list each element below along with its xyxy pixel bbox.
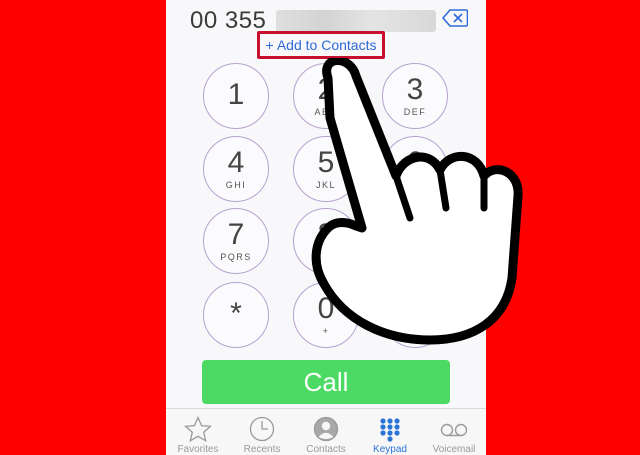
key-digit: 9	[406, 218, 424, 251]
keypad-icon	[380, 418, 400, 442]
tab-label: Favorites	[177, 444, 219, 455]
key-star[interactable]: *	[203, 282, 269, 348]
clock-icon	[249, 416, 275, 442]
key-hash[interactable]: #	[382, 282, 448, 348]
key-digit: 3	[406, 73, 424, 106]
key-4[interactable]: 4 GHI	[203, 136, 269, 202]
key-letters: ABC	[314, 107, 338, 117]
key-7[interactable]: 7 PQRS	[203, 208, 269, 274]
tab-voicemail[interactable]: Voicemail	[422, 409, 486, 455]
key-letters: DEF	[403, 107, 427, 117]
key-letters: WXYZ	[399, 252, 431, 262]
dialed-number: 00 355	[190, 7, 267, 34]
tab-label: Voicemail	[432, 444, 476, 455]
tab-keypad[interactable]: Keypad	[358, 409, 422, 455]
key-letters: JKL	[315, 180, 336, 190]
key-digit: 2	[317, 73, 335, 106]
key-digit: 6	[406, 146, 424, 179]
key-6[interactable]: 6 MNO	[382, 136, 448, 202]
key-0[interactable]: 0 +	[293, 282, 359, 348]
key-digit: 7	[227, 218, 245, 251]
voicemail-icon	[440, 423, 468, 437]
key-digit: 0	[317, 292, 335, 325]
key-letters: MNO	[402, 180, 428, 190]
key-digit: 5	[317, 146, 335, 179]
tab-label: Contacts	[306, 444, 346, 455]
key-letters: PQRS	[220, 252, 252, 262]
star-icon	[184, 416, 212, 442]
tab-label: Recents	[243, 444, 281, 455]
key-1[interactable]: 1	[203, 63, 269, 129]
key-digit: 1	[227, 78, 245, 111]
person-icon	[313, 416, 339, 442]
key-digit: *	[230, 297, 242, 330]
backspace-icon[interactable]	[442, 9, 468, 27]
tab-favorites[interactable]: Favorites	[166, 409, 230, 455]
key-9[interactable]: 9 WXYZ	[382, 208, 448, 274]
tab-label: Keypad	[373, 444, 407, 455]
call-button[interactable]: Call	[202, 360, 450, 404]
key-letters: +	[322, 326, 330, 336]
blurred-number-digits	[276, 10, 436, 32]
key-letters: TUV	[314, 252, 338, 262]
add-to-contacts-button[interactable]: + Add to Contacts	[257, 31, 385, 59]
tab-bar: Favorites Recents Contacts Keypad Voicem…	[166, 408, 486, 455]
key-digit: 8	[317, 218, 335, 251]
key-5[interactable]: 5 JKL	[293, 136, 359, 202]
key-digit: #	[406, 297, 424, 330]
key-letters: GHI	[225, 180, 247, 190]
key-2[interactable]: 2 ABC	[293, 63, 359, 129]
tab-recents[interactable]: Recents	[230, 409, 294, 455]
phone-screen: 00 355 + Add to Contacts 1 2 ABC 3 DEF 4…	[166, 0, 486, 455]
key-3[interactable]: 3 DEF	[382, 63, 448, 129]
key-8[interactable]: 8 TUV	[293, 208, 359, 274]
key-digit: 4	[227, 146, 245, 179]
tab-contacts[interactable]: Contacts	[294, 409, 358, 455]
